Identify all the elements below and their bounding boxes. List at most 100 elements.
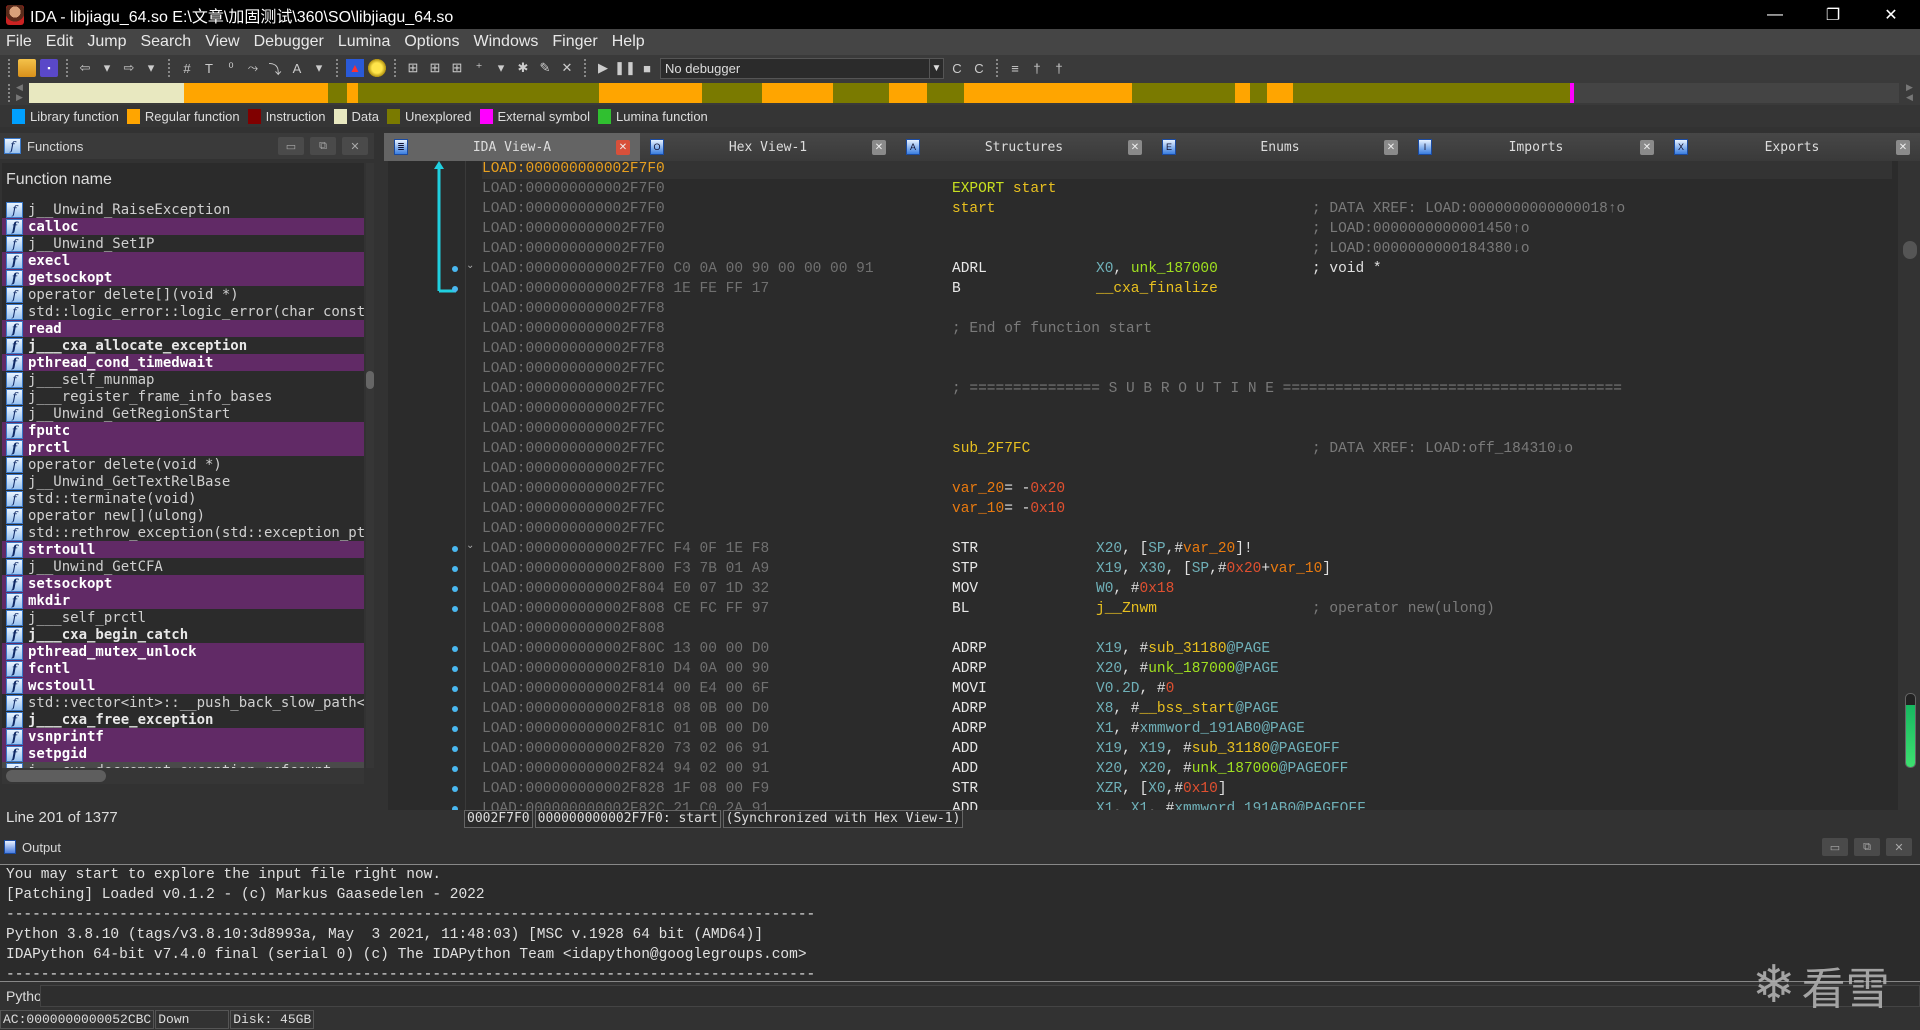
- delete-breakpoint-icon[interactable]: †: [1050, 59, 1068, 77]
- close-button[interactable]: ✕: [1862, 0, 1920, 29]
- edit-function-icon[interactable]: ✎: [536, 59, 554, 77]
- disassembly-line[interactable]: LOAD:000000000002F824 94 02 00 91 ADD X20,…: [482, 759, 1892, 779]
- function-list-item[interactable]: f strtoull: [2, 541, 364, 558]
- disassembly-line[interactable]: LOAD:000000000002F7F0: [482, 161, 1892, 179]
- disassembly-vertical-scrollbar[interactable]: [1898, 161, 1920, 810]
- scrollbar-thumb[interactable]: [1903, 241, 1917, 259]
- breakpoint-dot-icon[interactable]: [452, 546, 458, 552]
- disassembly-line[interactable]: LOAD:000000000002F7F0 ; LOAD:000000000000…: [482, 219, 1892, 239]
- panel-maximize-button[interactable]: ▭: [1822, 838, 1848, 856]
- menu-view[interactable]: View: [205, 33, 239, 51]
- function-list-item[interactable]: f fputc: [2, 422, 364, 439]
- function-list-item[interactable]: f pthread_mutex_unlock: [2, 643, 364, 660]
- decompile-icon[interactable]: C: [948, 59, 966, 77]
- breakpoint-dot-icon[interactable]: [452, 286, 458, 292]
- menu-file[interactable]: File: [6, 33, 32, 51]
- function-list-item[interactable]: f j__Unwind_SetIP: [2, 235, 364, 252]
- fold-chevron-icon[interactable]: ⌄: [466, 540, 474, 551]
- function-list-item[interactable]: f j__Unwind_GetCFA: [2, 558, 364, 575]
- disassembly-line[interactable]: LOAD:000000000002F828 1F 08 00 F9 STR XZR,…: [482, 779, 1892, 799]
- disassembly-line[interactable]: LOAD:000000000002F814 00 E4 00 6F MOVI V0.…: [482, 679, 1892, 699]
- disassembly-line[interactable]: LOAD:000000000002F7FC: [482, 519, 1892, 539]
- function-list-item[interactable]: f std::terminate(void): [2, 490, 364, 507]
- panel-close-button[interactable]: ✕: [342, 137, 368, 155]
- breakpoint-dot-icon[interactable]: [452, 706, 458, 712]
- disassembly-line[interactable]: LOAD:000000000002F7FC: [482, 459, 1892, 479]
- undefine-icon[interactable]: ✕: [558, 59, 576, 77]
- make-code-icon[interactable]: ⊞: [404, 59, 422, 77]
- menu-lumina[interactable]: Lumina: [338, 33, 390, 51]
- function-list-item[interactable]: f operator delete[](void *): [2, 286, 364, 303]
- disassembly-line[interactable]: LOAD:000000000002F7FC: [482, 399, 1892, 419]
- menu-options[interactable]: Options: [404, 33, 459, 51]
- function-list-item[interactable]: f fcntl: [2, 660, 364, 677]
- disassembly-line[interactable]: LOAD:000000000002F80C 13 00 00 D0 ADRP X19…: [482, 639, 1892, 659]
- disassembly-line[interactable]: LOAD:000000000002F804 E0 07 1D 32 MOV W0, …: [482, 579, 1892, 599]
- breakpoint-dot-icon[interactable]: [452, 606, 458, 612]
- menu-help[interactable]: Help: [612, 33, 645, 51]
- pseudocode-icon[interactable]: C: [970, 59, 988, 77]
- tab-close-icon[interactable]: ✕: [872, 139, 886, 155]
- fold-chevron-icon[interactable]: ⌄: [466, 260, 474, 271]
- jump-icon[interactable]: ⤵: [266, 59, 284, 77]
- disassembly-line[interactable]: LOAD:000000000002F7FC var_20= -0x20: [482, 479, 1892, 499]
- add-breakpoint-icon[interactable]: †: [1028, 59, 1046, 77]
- breakpoint-dot-icon[interactable]: [452, 666, 458, 672]
- disassembly-line[interactable]: LOAD:000000000002F7F8: [482, 339, 1892, 359]
- menu-debugger[interactable]: Debugger: [254, 33, 324, 51]
- warning-icon[interactable]: ▲: [346, 59, 364, 77]
- breakpoint-dot-icon[interactable]: [452, 646, 458, 652]
- make-ascii-icon[interactable]: ⊞: [448, 59, 466, 77]
- menu-windows[interactable]: Windows: [473, 33, 538, 51]
- text-view-dropdown-icon[interactable]: ▾: [310, 59, 328, 77]
- function-list-item[interactable]: f j___cxa_begin_catch: [2, 626, 364, 643]
- breakpoint-dot-icon[interactable]: [452, 726, 458, 732]
- forward-dropdown-icon[interactable]: ▾: [142, 59, 160, 77]
- pause-debug-icon[interactable]: ❚❚: [614, 59, 636, 77]
- disassembly-line[interactable]: LOAD:000000000002F7F0 C0 0A 00 90 00 00 …: [482, 259, 1892, 279]
- disassembly-line[interactable]: LOAD:000000000002F7F8 1E FE FF 17 B __cxa_…: [482, 279, 1892, 299]
- function-list-item[interactable]: f mkdir: [2, 592, 364, 609]
- function-list-item[interactable]: f setsockopt: [2, 575, 364, 592]
- search-next-icon[interactable]: ⤳: [244, 59, 262, 77]
- tab-hex-view-1[interactable]: O Hex View-1 ✕: [640, 133, 896, 161]
- disassembly-line[interactable]: LOAD:000000000002F7F0 EXPORT start: [482, 179, 1892, 199]
- disassembly-line[interactable]: LOAD:000000000002F820 73 02 06 91 ADD X19,…: [482, 739, 1892, 759]
- ida-view-a-disassembly[interactable]: LOAD:000000000002F7F0 LOAD:000000000002F7…: [388, 161, 1898, 810]
- disassembly-line[interactable]: LOAD:000000000002F7F0 start ; DATA XREF: L…: [482, 199, 1892, 219]
- tab-close-icon[interactable]: ✕: [616, 139, 630, 155]
- panel-float-button[interactable]: ⧉: [1854, 838, 1880, 856]
- tab-structures[interactable]: A Structures ✕: [896, 133, 1152, 161]
- disassembly-line[interactable]: LOAD:000000000002F808 CE FC FF 97 BL j__Zn…: [482, 599, 1892, 619]
- restore-button[interactable]: ❐: [1804, 0, 1862, 29]
- struct-dropdown-icon[interactable]: ▾: [492, 59, 510, 77]
- disassembly-line[interactable]: LOAD:000000000002F808: [482, 619, 1892, 639]
- function-list-item[interactable]: f pthread_cond_timedwait: [2, 354, 364, 371]
- function-list-item[interactable]: f j___self_prctl: [2, 609, 364, 626]
- function-list-item[interactable]: f operator new[](ulong): [2, 507, 364, 524]
- chevron-down-icon[interactable]: ▼: [929, 58, 943, 78]
- start-debug-icon[interactable]: ▶: [594, 59, 612, 77]
- tab-close-icon[interactable]: ✕: [1640, 139, 1654, 155]
- output-text-area[interactable]: You may start to explore the input file …: [0, 864, 1920, 983]
- disassembly-line[interactable]: LOAD:000000000002F7F8: [482, 299, 1892, 319]
- back-arrow-icon[interactable]: ⇦: [76, 59, 94, 77]
- breakpoint-dot-icon[interactable]: [452, 586, 458, 592]
- nav-right-arrow-icon[interactable]: ▶: [16, 92, 23, 103]
- disassembly-line[interactable]: LOAD:000000000002F7FC F4 0F 1E F8 STR X20,…: [482, 539, 1892, 559]
- function-list-item[interactable]: f j__Unwind_GetTextRelBase: [2, 473, 364, 490]
- menu-jump[interactable]: Jump: [87, 33, 126, 51]
- disassembly-line[interactable]: LOAD:000000000002F7FC sub_2F7FC ; DATA XRE…: [482, 439, 1892, 459]
- search-binary-icon[interactable]: #: [178, 59, 196, 77]
- minimize-button[interactable]: —: [1746, 0, 1804, 29]
- make-struct-icon[interactable]: ⁺: [470, 59, 488, 77]
- search-text-icon[interactable]: T: [200, 59, 218, 77]
- function-list-item[interactable]: f vsnprintf: [2, 728, 364, 745]
- disassembly-line[interactable]: LOAD:000000000002F7F0 ; LOAD:000000000018…: [482, 239, 1892, 259]
- debugger-select[interactable]: No debugger ▼: [660, 57, 944, 79]
- breakpoint-dot-icon[interactable]: [452, 786, 458, 792]
- tab-close-icon[interactable]: ✕: [1896, 139, 1910, 155]
- breakpoint-list-icon[interactable]: ≡: [1006, 59, 1024, 77]
- function-list-item[interactable]: f wcstoull: [2, 677, 364, 694]
- disassembly-line[interactable]: LOAD:000000000002F800 F3 7B 01 A9 STP X19,…: [482, 559, 1892, 579]
